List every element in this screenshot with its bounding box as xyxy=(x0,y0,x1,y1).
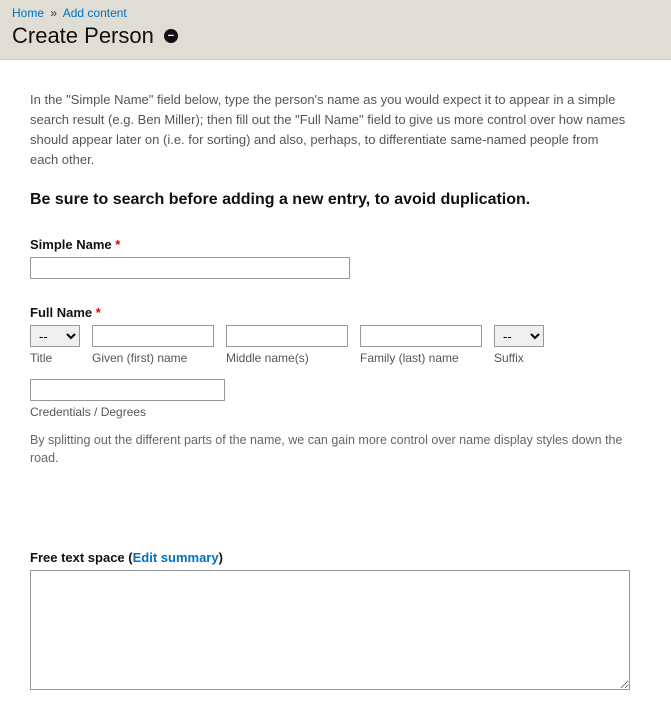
required-mark: * xyxy=(115,237,120,252)
free-text-textarea[interactable] xyxy=(30,570,630,690)
credentials-sublabel: Credentials / Degrees xyxy=(30,405,630,419)
credentials-input[interactable] xyxy=(30,379,225,401)
full-name-label: Full Name * xyxy=(30,305,630,320)
simple-name-label: Simple Name * xyxy=(30,237,630,252)
required-mark: * xyxy=(96,305,101,320)
header-bar: Home » Add content Create Person − xyxy=(0,0,671,60)
suffix-select[interactable]: -- xyxy=(494,325,544,347)
simple-name-group: Simple Name * xyxy=(30,237,630,279)
intro-text: In the "Simple Name" field below, type t… xyxy=(30,90,630,171)
breadcrumb-home-link[interactable]: Home xyxy=(12,6,44,20)
title-sublabel: Title xyxy=(30,351,80,365)
given-name-sublabel: Given (first) name xyxy=(92,351,214,365)
middle-name-sublabel: Middle name(s) xyxy=(226,351,348,365)
family-name-input[interactable] xyxy=(360,325,482,347)
simple-name-label-text: Simple Name xyxy=(30,237,112,252)
given-name-input[interactable] xyxy=(92,325,214,347)
edit-summary-link[interactable]: Edit summary xyxy=(133,550,219,565)
title-select[interactable]: -- xyxy=(30,325,80,347)
free-text-label: Free text space (Edit summary) xyxy=(30,550,630,565)
middle-name-input[interactable] xyxy=(226,325,348,347)
content-area: In the "Simple Name" field below, type t… xyxy=(0,60,660,693)
simple-name-input[interactable] xyxy=(30,257,350,279)
collapse-icon[interactable]: − xyxy=(164,29,178,43)
suffix-sublabel: Suffix xyxy=(494,351,544,365)
full-name-help: By splitting out the different parts of … xyxy=(30,431,630,469)
page-title: Create Person xyxy=(12,23,154,49)
full-name-group: Full Name * -- Title Given (first) name … xyxy=(30,305,630,469)
family-name-sublabel: Family (last) name xyxy=(360,351,482,365)
breadcrumb-separator: » xyxy=(50,6,57,20)
free-text-label-text: Free text space xyxy=(30,550,125,565)
full-name-label-text: Full Name xyxy=(30,305,92,320)
breadcrumb-add-content-link[interactable]: Add content xyxy=(63,6,127,20)
warning-heading: Be sure to search before adding a new en… xyxy=(30,191,630,209)
breadcrumb: Home » Add content xyxy=(12,6,659,20)
free-text-group: Free text space (Edit summary) xyxy=(30,550,630,693)
